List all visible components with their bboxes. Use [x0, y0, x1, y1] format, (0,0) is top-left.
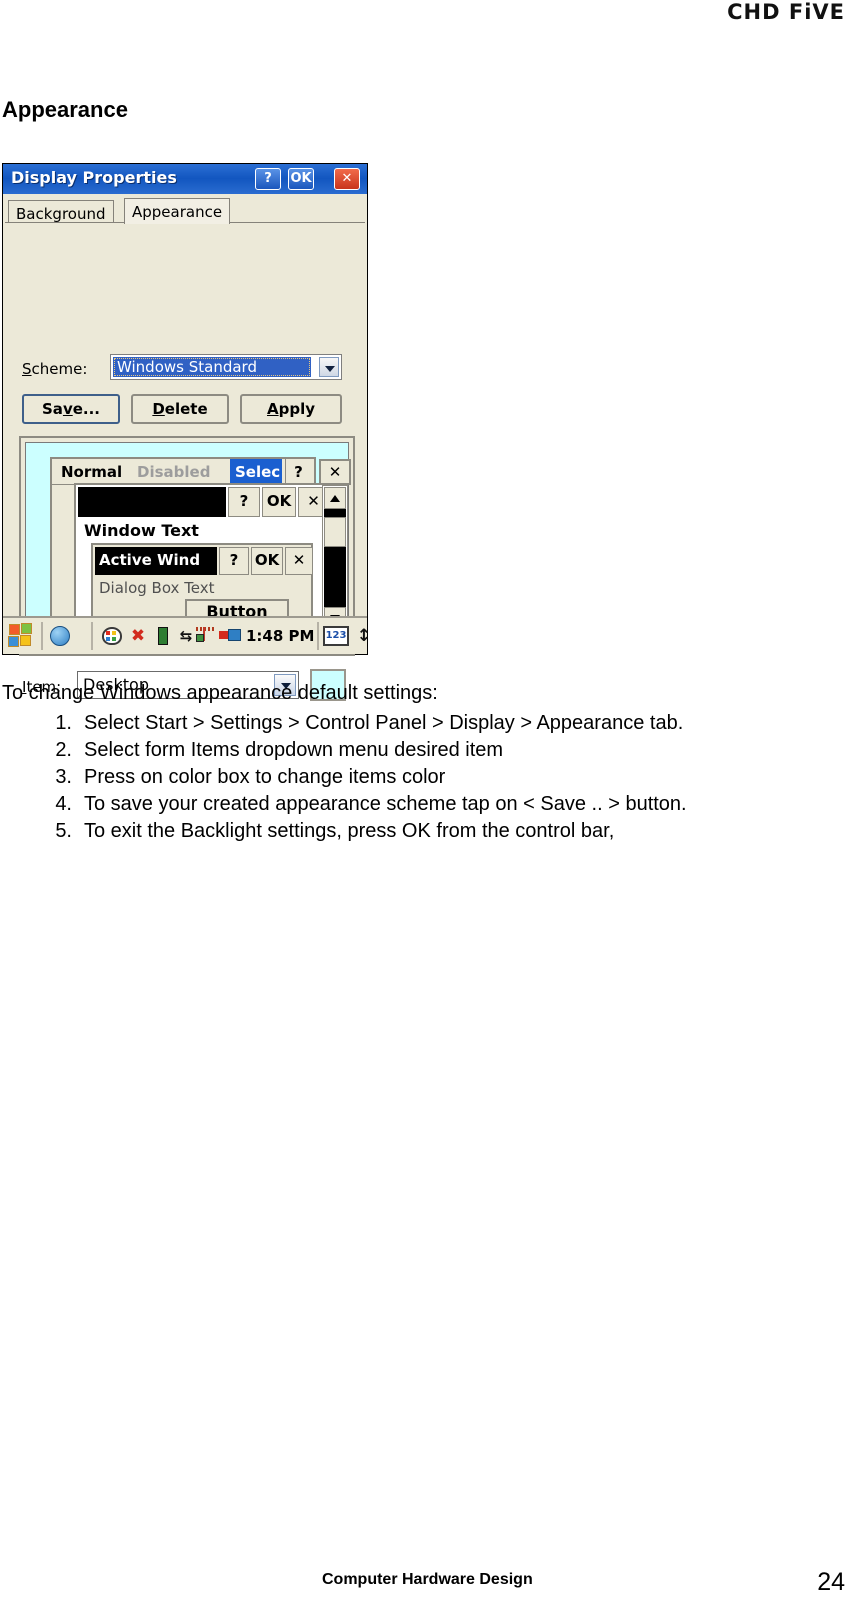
- titlebar-close-button[interactable]: ✕: [334, 168, 360, 190]
- windows-flag-icon[interactable]: [8, 623, 36, 649]
- taskbar-divider: [41, 622, 43, 650]
- scrollbar-thumb[interactable]: [324, 517, 346, 547]
- close-x-icon[interactable]: ✖: [127, 625, 149, 647]
- instructions-intro: To change Windows appearance default set…: [2, 682, 438, 704]
- menu-item-normal[interactable]: Normal: [56, 459, 127, 485]
- taskbar-divider: [91, 622, 93, 650]
- scheme-label: Scheme:: [22, 360, 87, 378]
- list-item-text: To save your created appearance scheme t…: [84, 793, 687, 815]
- flag-quadrant-yellow: [20, 635, 31, 646]
- apply-button[interactable]: Apply: [240, 394, 342, 424]
- brand-logo: CHD FiVE: [727, 0, 845, 24]
- taskbar-divider: [317, 622, 319, 650]
- preview-dialog-ok-button[interactable]: OK: [251, 547, 283, 575]
- tab-strip: Background Appearance: [3, 194, 367, 224]
- flag-quadrant-green: [21, 623, 32, 634]
- list-item: 2. Select form Items dropdown menu desir…: [44, 737, 854, 764]
- titlebar-help-button[interactable]: ?: [255, 168, 281, 190]
- flag-quadrant-blue: [8, 636, 19, 647]
- taskbar-clock: 1:48 PM: [246, 627, 315, 645]
- device-screenshot: Display Properties ? OK ✕ Background App…: [2, 163, 371, 701]
- list-item-number: 4.: [55, 793, 72, 815]
- scrollbar-up-arrow-icon[interactable]: [324, 487, 346, 509]
- taskbar: ✖ ⇆ 1:48 PM 123 ↕: [3, 616, 371, 654]
- delete-button[interactable]: Delete: [131, 394, 229, 424]
- preview-dialog-close-button[interactable]: ✕: [285, 547, 313, 575]
- page-title: Appearance: [2, 97, 128, 122]
- flag-quadrant-red: [9, 624, 20, 635]
- dialog-title: Display Properties: [11, 168, 177, 187]
- page-header: CHD FiVE: [0, 0, 863, 30]
- apply-accel: A: [266, 400, 279, 418]
- instructions-list: 1. Select Start > Settings > Control Pan…: [44, 710, 854, 845]
- preview-window-help-button[interactable]: ?: [228, 487, 260, 517]
- preview-dialog[interactable]: Active Wind ? OK ✕ Dialog Box Text Butto…: [91, 543, 313, 627]
- list-item-text: To exit the Backlight settings, press OK…: [84, 820, 615, 842]
- preview-window-text: Window Text: [84, 521, 199, 540]
- save-accel: v: [62, 400, 73, 418]
- plug-icon[interactable]: [219, 625, 241, 647]
- page-footer: Computer Hardware Design 24: [0, 1549, 863, 1601]
- list-item: 1. Select Start > Settings > Control Pan…: [44, 710, 854, 737]
- list-item-number: 2.: [55, 739, 72, 761]
- preview-menubar-help-button[interactable]: ?: [285, 459, 311, 485]
- list-item-number: 1.: [55, 712, 72, 734]
- menu-item-selected[interactable]: Selec: [230, 459, 282, 485]
- tab-appearance[interactable]: Appearance: [124, 198, 231, 224]
- list-item: 4. To save your created appearance schem…: [44, 791, 854, 818]
- list-item-number: 5.: [55, 820, 72, 842]
- preview-dialog-text: Dialog Box Text: [99, 579, 215, 597]
- scheme-selected-value: Windows Standard: [113, 357, 311, 377]
- preview-menubar-close-button[interactable]: ✕: [319, 459, 351, 485]
- preview-vertical-scrollbar[interactable]: [322, 485, 348, 631]
- list-item-text: Select Start > Settings > Control Panel …: [84, 712, 684, 734]
- preview-window-caption-fill: [78, 487, 226, 517]
- save-button[interactable]: Save...: [22, 394, 120, 424]
- list-item: 5. To exit the Backlight settings, press…: [44, 818, 854, 845]
- preview-dialog-caption: Active Wind ? OK ✕: [95, 547, 313, 575]
- list-item: 3. Press on color box to change items co…: [44, 764, 854, 791]
- keyboard-icon[interactable]: 123: [323, 625, 351, 647]
- footer-page-number: 24: [817, 1568, 845, 1596]
- sync-arrows-icon[interactable]: ⇆: [175, 625, 197, 647]
- up-down-arrow-icon[interactable]: ↕: [353, 625, 375, 647]
- globe-icon[interactable]: [49, 625, 71, 647]
- scrollbar-track-upper[interactable]: [324, 509, 346, 517]
- preview-window-ok-button[interactable]: OK: [262, 487, 296, 517]
- signal-icon[interactable]: [195, 625, 217, 647]
- chevron-down-icon[interactable]: [319, 357, 339, 377]
- list-item-number: 3.: [55, 766, 72, 788]
- footer-title: Computer Hardware Design: [322, 1571, 533, 1588]
- delete-accel: D: [152, 400, 165, 418]
- scheme-label-accel: S: [22, 360, 32, 378]
- list-item-text: Select form Items dropdown menu desired …: [84, 739, 504, 761]
- titlebar-ok-button[interactable]: OK: [288, 168, 314, 190]
- preview-window-caption: ? OK ✕: [78, 487, 329, 517]
- preview-menubar: Normal Disabled Selec ?: [52, 459, 314, 485]
- scrollbar-track-lower[interactable]: [324, 547, 346, 607]
- tab-background[interactable]: Background: [8, 200, 114, 224]
- dialog-titlebar: Display Properties ? OK ✕: [3, 164, 367, 194]
- preview-dialog-caption-text: Active Wind: [95, 547, 217, 575]
- palette-icon[interactable]: [101, 625, 123, 647]
- scheme-dropdown[interactable]: Windows Standard: [110, 354, 342, 380]
- scheme-label-rest: cheme:: [31, 360, 88, 378]
- preview-dialog-help-button[interactable]: ?: [219, 547, 249, 575]
- battery-icon[interactable]: [153, 625, 175, 647]
- list-item-text: Press on color box to change items color: [84, 766, 446, 788]
- menu-item-disabled: Disabled: [137, 463, 211, 481]
- preview-window[interactable]: ? OK ✕ Window Text Active Wind ? OK ✕ Di…: [74, 483, 329, 631]
